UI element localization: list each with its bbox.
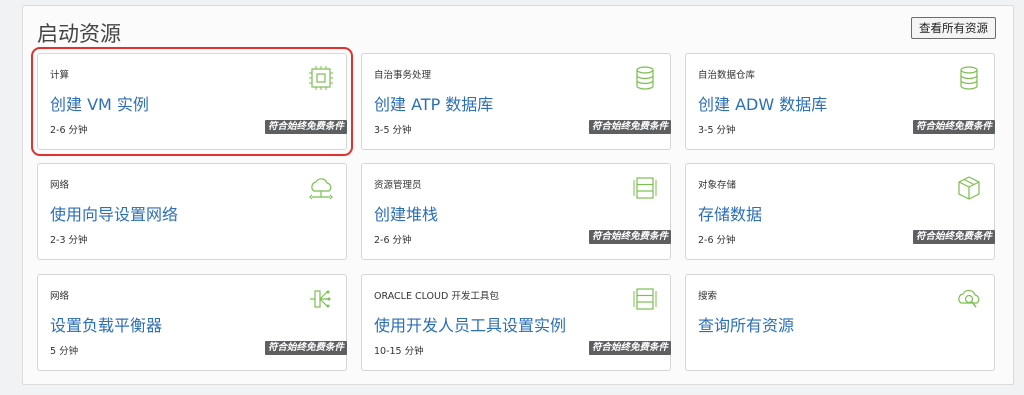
card-title[interactable]: 存储数据 (698, 201, 762, 225)
card-title[interactable]: 创建堆栈 (374, 201, 438, 225)
card-store-data[interactable]: 对象存储 存储数据 2-6 分钟 符合始终免费条件 (685, 163, 995, 260)
storage-box-icon (956, 175, 982, 201)
card-time: 2-6 分钟 (374, 235, 412, 246)
database-icon (632, 65, 658, 91)
card-title[interactable]: 创建 ATP 数据库 (374, 91, 493, 115)
always-free-badge: 符合始终免费条件 (588, 341, 671, 355)
card-category: 资源管理员 (374, 180, 422, 191)
always-free-badge: 符合始终免费条件 (588, 120, 671, 134)
card-category: 搜索 (698, 291, 718, 302)
card-category: 自治数据仓库 (698, 70, 756, 81)
card-title[interactable]: 创建 ADW 数据库 (698, 91, 827, 115)
card-title[interactable]: 使用开发人员工具设置实例 (374, 312, 566, 336)
view-all-resources-button[interactable]: 查看所有资源 (911, 17, 996, 39)
always-free-badge: 符合始终免费条件 (912, 230, 995, 244)
card-time: 2-6 分钟 (50, 125, 88, 136)
card-category: 网络 (50, 291, 70, 302)
card-time: 3-5 分钟 (698, 125, 736, 136)
load-balancer-icon (308, 286, 334, 312)
card-create-atp-database[interactable]: 自治事务处理 创建 ATP 数据库 3-5 分钟 符合始终免费条件 (361, 53, 671, 150)
database-icon (956, 65, 982, 91)
card-category: 自治事务处理 (374, 70, 432, 81)
card-category: 网络 (50, 180, 70, 191)
card-category: 对象存储 (698, 180, 737, 191)
cloud-network-icon (308, 175, 334, 201)
stack-icon (632, 175, 658, 201)
card-time: 2-6 分钟 (698, 235, 736, 246)
card-create-stack[interactable]: 资源管理员 创建堆栈 2-6 分钟 符合始终免费条件 (361, 163, 671, 260)
card-category: ORACLE CLOUD 开发工具包 (374, 291, 499, 302)
card-title[interactable]: 设置负载平衡器 (50, 312, 162, 336)
always-free-badge: 符合始终免费条件 (264, 341, 347, 355)
launch-resources-panel: 启动资源 查看所有资源 计算 创建 VM 实例 2-6 分钟 符合始终免费条件 … (22, 5, 1014, 385)
cloud-search-icon (956, 286, 982, 312)
card-time: 5 分钟 (50, 346, 79, 357)
stack-icon (632, 286, 658, 312)
always-free-badge: 符合始终免费条件 (588, 230, 671, 244)
card-setup-network-wizard[interactable]: 网络 使用向导设置网络 2-3 分钟 (37, 163, 347, 260)
card-time: 3-5 分钟 (374, 125, 412, 136)
card-time: 2-3 分钟 (50, 235, 88, 246)
card-create-adw-database[interactable]: 自治数据仓库 创建 ADW 数据库 3-5 分钟 符合始终免费条件 (685, 53, 995, 150)
panel-title: 启动资源 (37, 22, 121, 46)
card-title[interactable]: 使用向导设置网络 (50, 201, 178, 225)
card-time: 10-15 分钟 (374, 346, 424, 357)
card-setup-load-balancer[interactable]: 网络 设置负载平衡器 5 分钟 符合始终免费条件 (37, 274, 347, 371)
card-title[interactable]: 查询所有资源 (698, 312, 794, 336)
card-create-vm-instance[interactable]: 计算 创建 VM 实例 2-6 分钟 符合始终免费条件 (31, 47, 353, 156)
chip-icon (308, 65, 334, 91)
card-category: 计算 (50, 70, 70, 81)
always-free-badge: 符合始终免费条件 (264, 120, 347, 134)
card-setup-developer-tools[interactable]: ORACLE CLOUD 开发工具包 使用开发人员工具设置实例 10-15 分钟… (361, 274, 671, 371)
card-query-all-resources[interactable]: 搜索 查询所有资源 (685, 274, 995, 371)
always-free-badge: 符合始终免费条件 (912, 120, 995, 134)
card-title[interactable]: 创建 VM 实例 (50, 91, 149, 115)
